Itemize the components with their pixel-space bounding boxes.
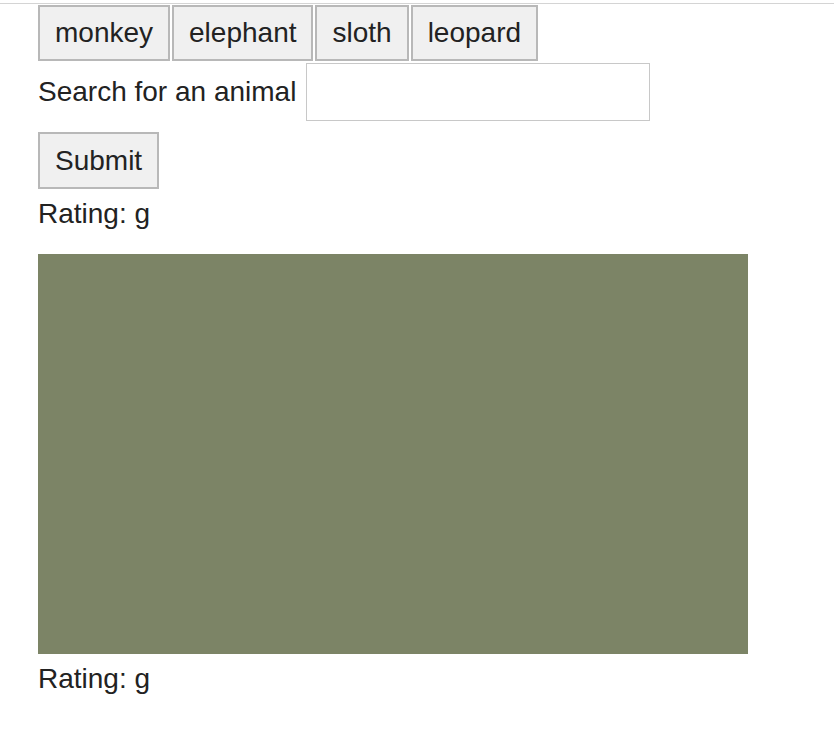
animal-button[interactable]: leopard <box>411 5 538 61</box>
search-input[interactable] <box>306 63 650 121</box>
result-item: Rating: g <box>38 230 834 695</box>
search-row: Search for an animal <box>38 63 834 121</box>
search-label: Search for an animal <box>38 76 296 108</box>
results-list: Rating: g Rating: g <box>38 189 834 695</box>
animal-button[interactable]: sloth <box>315 5 408 61</box>
animal-button[interactable]: elephant <box>172 5 313 61</box>
animal-button-row: monkeyelephantslothleopard <box>38 5 834 61</box>
top-rule <box>0 3 834 4</box>
gif-search-page: monkeyelephantslothleopard Search for an … <box>0 0 834 740</box>
rating-text: Rating: g <box>38 663 834 695</box>
result-item: Rating: g <box>38 189 834 230</box>
rating-text: Rating: g <box>38 198 834 230</box>
animal-button[interactable]: monkey <box>38 5 170 61</box>
animal-gif <box>38 254 748 654</box>
submit-button[interactable]: Submit <box>38 132 159 189</box>
